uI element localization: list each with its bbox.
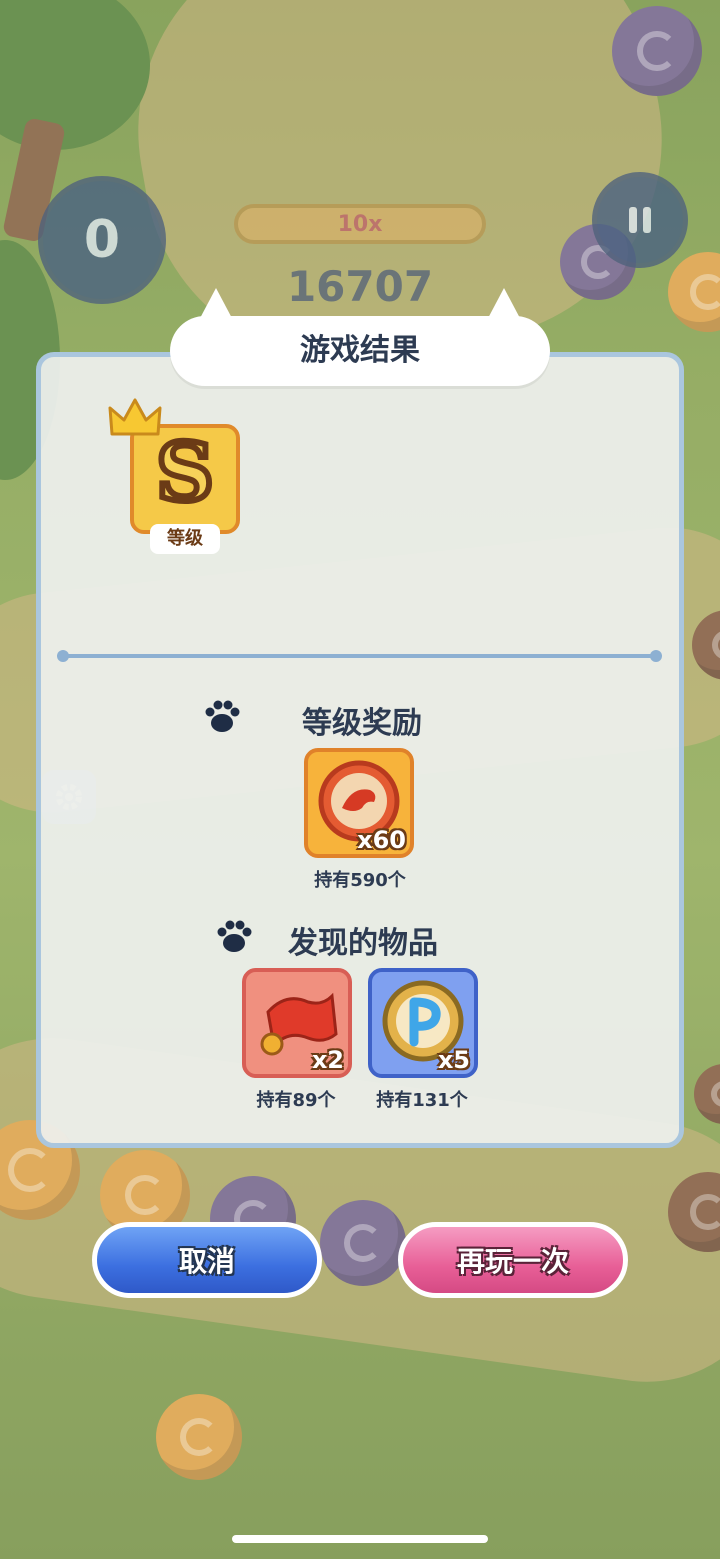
item-quantity: x2	[311, 1046, 344, 1074]
cancel-button-label: 取消	[178, 1245, 235, 1278]
grade-letter: S	[153, 422, 217, 522]
divider-dot	[650, 650, 662, 662]
paw-icon	[217, 920, 252, 952]
reward-item-card[interactable]: x60	[304, 748, 414, 858]
item-quantity: x5	[437, 1046, 470, 1074]
paw-icon	[205, 700, 240, 732]
grade-reward-heading: 等级奖励	[302, 706, 422, 741]
owned-count: 持有89个	[256, 1090, 336, 1111]
play-again-button[interactable]: 再玩一次	[398, 1222, 628, 1298]
play-again-button-label: 再玩一次	[456, 1245, 569, 1278]
owned-count: 持有131个	[376, 1090, 468, 1111]
divider-dot	[57, 650, 69, 662]
cancel-button[interactable]: 取消	[92, 1222, 322, 1298]
divider	[62, 654, 658, 658]
home-indicator[interactable]	[232, 1535, 488, 1543]
found-item-card[interactable]: x5	[368, 968, 478, 1078]
grade-label: 等级	[150, 524, 220, 554]
owned-count: 持有590个	[314, 870, 406, 891]
found-items-heading: 发现的物品	[288, 926, 438, 961]
dialog-title: 游戏结果	[300, 333, 420, 368]
item-quantity: x60	[357, 826, 406, 854]
game-screen: { "hud": { "counter": "0", "multiplier":…	[0, 0, 720, 1559]
found-item-card[interactable]: x2	[242, 968, 352, 1078]
